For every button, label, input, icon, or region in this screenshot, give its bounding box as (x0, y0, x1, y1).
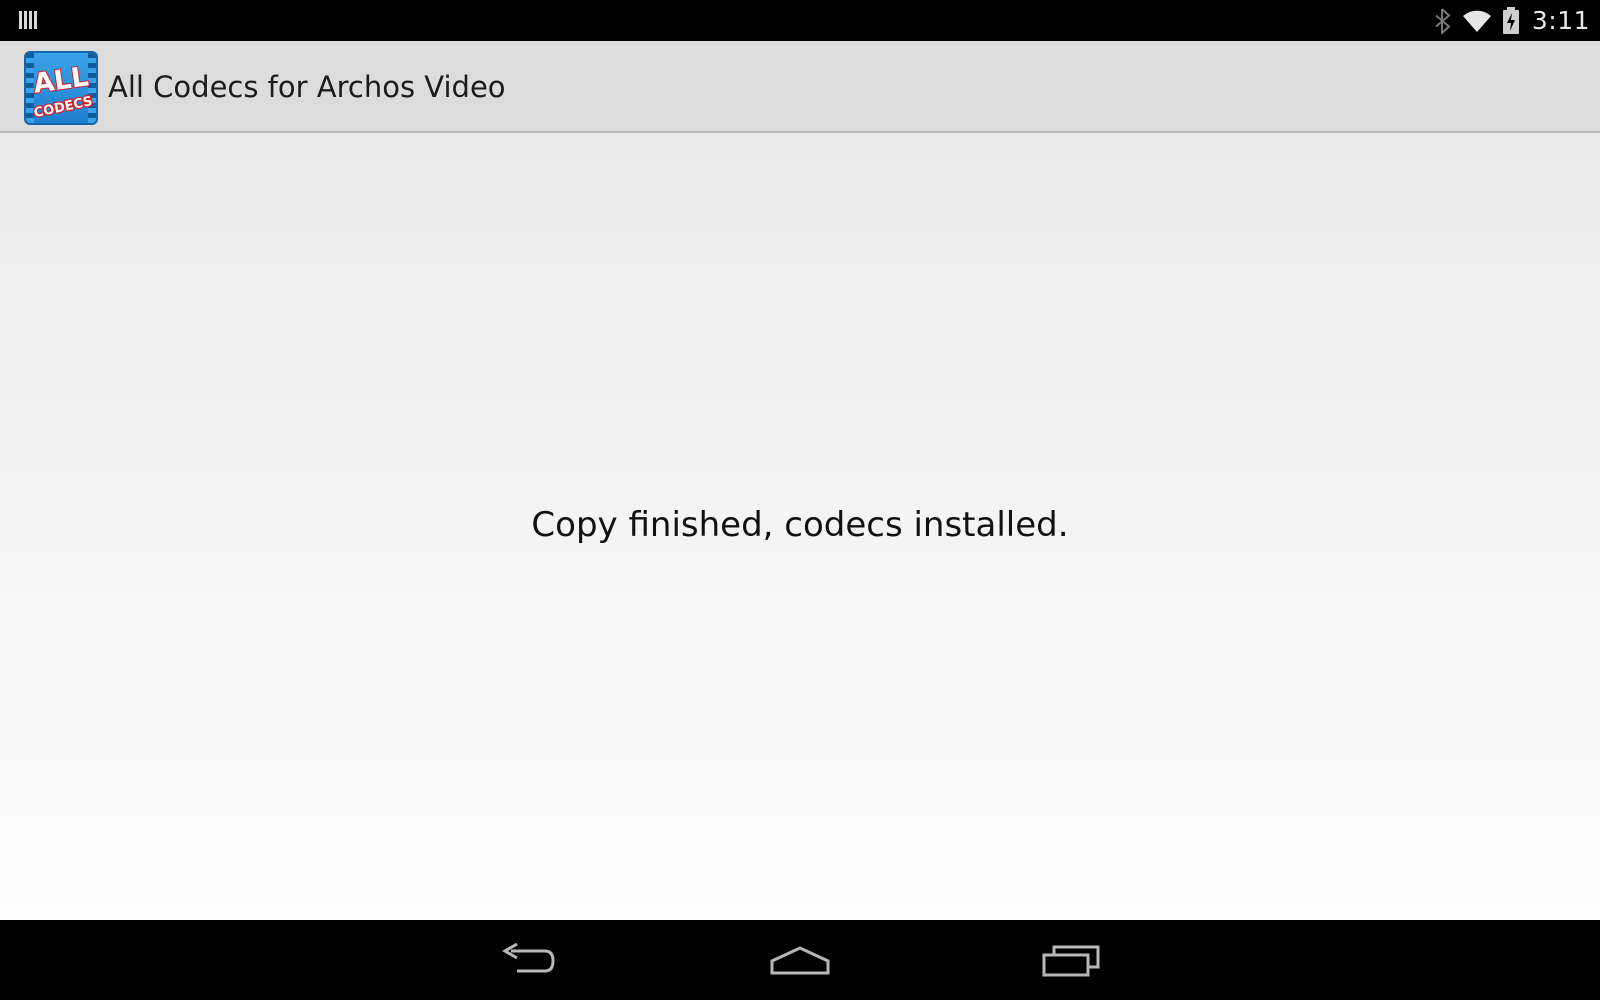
app-title: All Codecs for Archos Video (108, 70, 506, 104)
logo-lettering: ALL CODECS (30, 60, 95, 122)
app-logo-icon[interactable]: ALL CODECS (24, 51, 98, 125)
barcode-icon (19, 11, 37, 29)
action-bar: ALL CODECS All Codecs for Archos Video (0, 41, 1600, 133)
logo-line1: ALL (31, 61, 90, 99)
bluetooth-icon (1435, 7, 1451, 34)
battery-charging-icon (1502, 6, 1519, 34)
recent-apps-icon (1042, 945, 1100, 977)
home-icon (770, 946, 830, 975)
back-icon (502, 942, 555, 973)
recent-apps-button[interactable] (1027, 930, 1117, 990)
navigation-bar (0, 920, 1600, 1000)
status-bar: 3:11 (0, 0, 1600, 41)
status-message: Copy finished, codecs installed. (531, 505, 1069, 545)
home-button[interactable] (755, 930, 845, 990)
wifi-icon (1462, 10, 1491, 32)
content-area: Copy finished, codecs installed. (0, 133, 1600, 920)
back-button[interactable] (484, 930, 574, 990)
clock: 3:11 (1531, 6, 1590, 35)
